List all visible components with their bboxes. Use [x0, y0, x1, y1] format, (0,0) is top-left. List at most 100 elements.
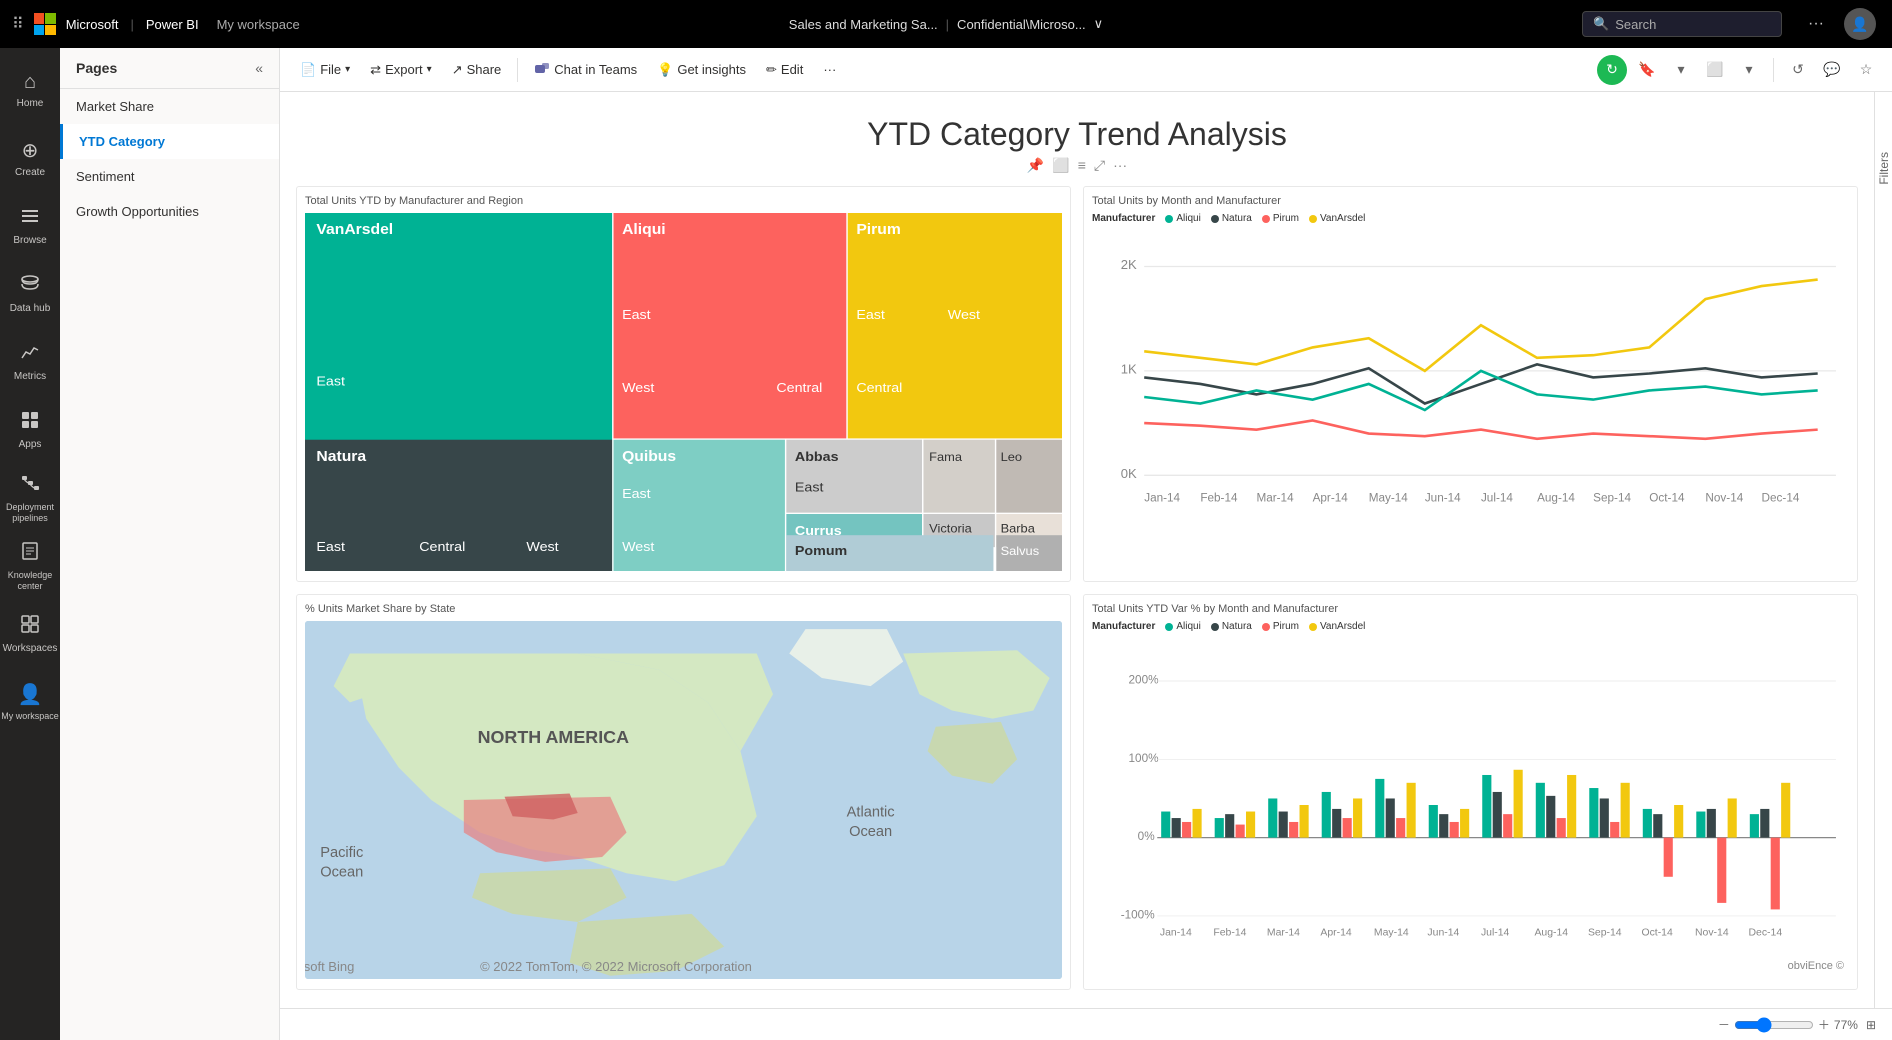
- sidebar-item-metrics[interactable]: Metrics: [0, 328, 60, 396]
- toolbar-separator-2: [1773, 58, 1774, 82]
- insights-button[interactable]: 💡 Get insights: [649, 57, 754, 83]
- report-title-text: Sales and Marketing Sa...: [789, 17, 938, 32]
- avatar[interactable]: 👤: [1844, 8, 1876, 40]
- grid-icon[interactable]: ⠿: [12, 14, 24, 34]
- svg-text:© 2022 TomTom, © 2022 Microsof: © 2022 TomTom, © 2022 Microsoft Corporat…: [480, 959, 752, 974]
- options-icon[interactable]: ···: [1113, 157, 1127, 174]
- barchart-title: Total Units YTD Var % by Month and Manuf…: [1092, 603, 1849, 615]
- main-layout: ⌂ Home ⊕ Create Browse Data hub Metrics: [0, 48, 1892, 1040]
- export-button[interactable]: ⇄ Export ▾: [362, 57, 440, 83]
- svg-text:May-14: May-14: [1374, 928, 1409, 939]
- comment-btn[interactable]: 💬: [1818, 56, 1846, 84]
- comment-icon: 💬: [1823, 61, 1840, 78]
- expand-icon[interactable]: ⤢: [1094, 157, 1105, 174]
- file-icon: 📄: [300, 62, 316, 78]
- share-button[interactable]: ↗ Share: [444, 57, 510, 83]
- fullscreen-chevron-btn[interactable]: ▾: [1735, 56, 1763, 84]
- reload-btn[interactable]: ↺: [1784, 56, 1812, 84]
- svg-text:Jan-14: Jan-14: [1160, 928, 1192, 939]
- report-title-icons: 📌 ⬜ ≡ ⤢ ···: [296, 157, 1858, 174]
- linechart-chart: Total Units by Month and Manufacturer Ma…: [1083, 186, 1858, 582]
- zoom-out-btn[interactable]: －: [1718, 1016, 1730, 1033]
- sidebar-item-myworkspace[interactable]: 👤 My workspace: [0, 668, 60, 736]
- content-area: 📄 File ▾ ⇄ Export ▾ ↗ Share Chat in Team…: [280, 48, 1892, 1040]
- sidebar-item-datahub[interactable]: Data hub: [0, 260, 60, 328]
- barchart-aliqui-dot: [1165, 623, 1173, 631]
- confidential-chevron[interactable]: ∨: [1094, 16, 1104, 32]
- svg-text:West: West: [622, 540, 654, 554]
- svg-text:Apr-14: Apr-14: [1320, 928, 1352, 939]
- browse-label: Browse: [13, 235, 46, 246]
- pin-icon[interactable]: 📌: [1027, 157, 1044, 174]
- home-icon: ⌂: [24, 71, 36, 94]
- sidebar-item-deployment[interactable]: Deployment pipelines: [0, 464, 60, 532]
- page-ytdcategory-label: YTD Category: [79, 134, 165, 149]
- svg-text:-100%: -100%: [1121, 909, 1155, 922]
- sidebar-item-knowledge[interactable]: Knowledge center: [0, 532, 60, 600]
- linechart-visual[interactable]: 2K 1K 0K Jan-14 Feb-14 Mar-14: [1092, 228, 1849, 566]
- chat-teams-button[interactable]: Chat in Teams: [526, 55, 645, 84]
- insights-label: Get insights: [677, 62, 746, 77]
- map-title: % Units Market Share by State: [305, 603, 1062, 615]
- bookmark-button[interactable]: 🔖: [1633, 56, 1661, 84]
- treemap-visual[interactable]: VanArsdel East Central West Aliqui East …: [305, 213, 1062, 571]
- fit-page-btn[interactable]: ⊞: [1866, 1018, 1876, 1032]
- barchart-legend-label: Manufacturer: [1092, 621, 1155, 632]
- svg-text:Dec-14: Dec-14: [1749, 928, 1783, 939]
- page-item-growth[interactable]: Growth Opportunities: [60, 194, 279, 229]
- zoom-slider[interactable]: [1734, 1017, 1814, 1033]
- sidebar-item-home[interactable]: ⌂ Home: [0, 56, 60, 124]
- svg-text:Aug-14: Aug-14: [1534, 928, 1568, 939]
- myworkspace-icon: 👤: [18, 682, 43, 707]
- svg-text:Nov-14: Nov-14: [1695, 928, 1729, 939]
- page-marketshare-label: Market Share: [76, 99, 154, 114]
- filters-label[interactable]: Filters: [1877, 152, 1891, 185]
- page-item-ytdcategory[interactable]: YTD Category: [60, 124, 279, 159]
- file-button[interactable]: 📄 File ▾: [292, 57, 358, 83]
- filter-visual-icon[interactable]: ≡: [1078, 157, 1086, 174]
- svg-text:Ocean: Ocean: [320, 864, 363, 880]
- more-toolbar-icon: ···: [823, 62, 836, 77]
- fullscreen-btn[interactable]: ⬜: [1701, 56, 1729, 84]
- search-box[interactable]: 🔍 Search: [1582, 11, 1782, 37]
- more-toolbar-btn[interactable]: ···: [815, 57, 844, 82]
- svg-text:VanArsdel: VanArsdel: [316, 222, 393, 238]
- copy-icon[interactable]: ⬜: [1052, 157, 1069, 174]
- pirum-label: Pirum: [1273, 213, 1299, 224]
- deployment-icon: [20, 473, 40, 498]
- barchart-chart: Total Units YTD Var % by Month and Manuf…: [1083, 594, 1858, 990]
- sidebar-item-create[interactable]: ⊕ Create: [0, 124, 60, 192]
- svg-text:Jun-14: Jun-14: [1425, 491, 1461, 504]
- canvas-filters-area: YTD Category Trend Analysis 📌 ⬜ ≡ ⤢ ··· …: [280, 92, 1892, 1008]
- sidebar-item-apps[interactable]: Apps: [0, 396, 60, 464]
- refresh-button[interactable]: ↻: [1597, 55, 1627, 85]
- metrics-label: Metrics: [14, 371, 46, 382]
- map-visual[interactable]: NORTH AMERICA Pacific Ocean Atlantic Oce…: [305, 621, 1062, 979]
- edit-button[interactable]: ✏ Edit: [758, 57, 811, 83]
- more-options-btn[interactable]: ···: [1808, 15, 1824, 33]
- view-chevron-btn[interactable]: ▾: [1667, 56, 1695, 84]
- svg-text:Natura: Natura: [316, 448, 366, 464]
- fullscreen-icon: ⬜: [1706, 61, 1723, 78]
- collapse-btn[interactable]: «: [255, 60, 263, 76]
- page-item-sentiment[interactable]: Sentiment: [60, 159, 279, 194]
- barchart-natura-label: Natura: [1222, 621, 1252, 632]
- workspace-label: My workspace: [217, 17, 300, 32]
- create-label: Create: [15, 167, 45, 178]
- sidebar-icons: ⌂ Home ⊕ Create Browse Data hub Metrics: [0, 48, 60, 1040]
- svg-text:Central: Central: [856, 380, 902, 394]
- confidential-label: Confidential\Microsо...: [957, 17, 1086, 32]
- barchart-legend: Manufacturer Aliqui Natura: [1092, 621, 1849, 632]
- zoom-in-btn[interactable]: ＋: [1818, 1016, 1830, 1033]
- star-btn[interactable]: ☆: [1852, 56, 1880, 84]
- sidebar-item-browse[interactable]: Browse: [0, 192, 60, 260]
- page-item-marketshare[interactable]: Market Share: [60, 89, 279, 124]
- legend-aliqui: Aliqui: [1165, 213, 1200, 224]
- svg-text:May-14: May-14: [1369, 491, 1409, 504]
- browse-icon: [20, 206, 40, 231]
- barchart-visual[interactable]: 200% 100% 0% -100%: [1092, 636, 1849, 974]
- sidebar-item-workspaces[interactable]: Workspaces: [0, 600, 60, 668]
- svg-text:Jul-14: Jul-14: [1481, 491, 1513, 504]
- legend-vanarsdel: VanArsdel: [1309, 213, 1365, 224]
- svg-text:East: East: [316, 540, 345, 554]
